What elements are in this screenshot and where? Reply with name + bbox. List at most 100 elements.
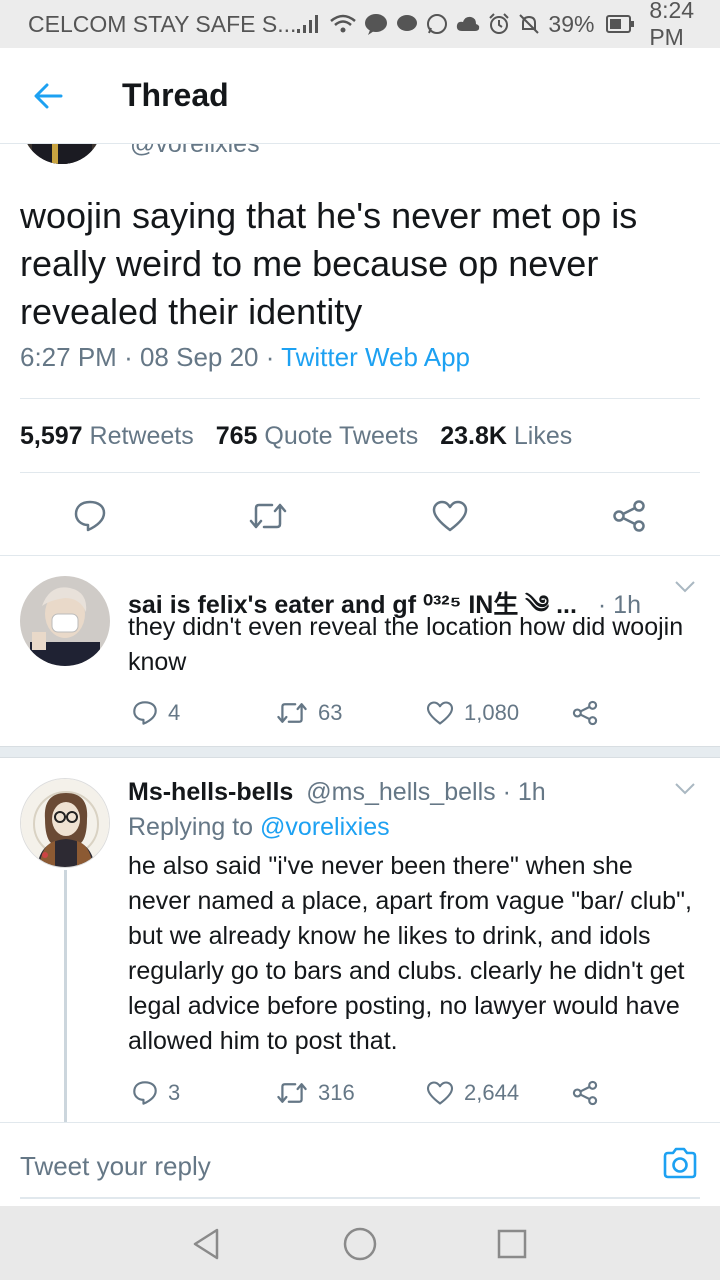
- retweets-count: 5,597: [20, 422, 83, 450]
- back-button[interactable]: [0, 48, 96, 144]
- more-options-button[interactable]: [674, 580, 696, 599]
- share-icon: [572, 700, 598, 726]
- tweet-text: woojin saying that he's never met op is …: [20, 195, 638, 332]
- retweet-icon: [277, 703, 307, 723]
- reply-header: Ms-hells-bells @ms_hells_bells · 1h: [128, 778, 546, 807]
- chevron-down-icon: [675, 783, 695, 795]
- carrier-name: CELCOM STAY SAFE S...: [28, 10, 297, 37]
- retweet-button[interactable]: [240, 488, 296, 544]
- share-button[interactable]: [572, 1075, 598, 1111]
- page-title: Thread: [122, 77, 229, 113]
- retweets-label: Retweets: [89, 422, 194, 450]
- like-button[interactable]: [422, 488, 478, 544]
- divider: [20, 472, 700, 473]
- reply-actions: 4 63 1,080: [128, 695, 688, 731]
- mute-icon: [518, 13, 540, 35]
- avatar[interactable]: [20, 576, 110, 666]
- app-header: Thread: [0, 48, 720, 144]
- retweet-count: 316: [318, 1080, 355, 1105]
- reply-button[interactable]: 3: [132, 1075, 180, 1111]
- back-arrow-icon: [34, 83, 63, 108]
- meta-separator: ·: [265, 342, 282, 372]
- tweet-time: 6:27 PM: [20, 342, 117, 372]
- tweet-source-link[interactable]: Twitter Web App: [281, 342, 470, 372]
- nav-recents-button[interactable]: [492, 1224, 532, 1264]
- tweet-meta: 6:27 PM · 08 Sep 20 · Twitter Web App: [20, 342, 470, 373]
- reply-icon: [74, 500, 106, 532]
- reply-count: 4: [168, 700, 181, 725]
- like-button[interactable]: 1,080: [426, 695, 519, 731]
- thread-line: [64, 870, 67, 1122]
- nav-home-button[interactable]: [340, 1224, 380, 1264]
- message-icon: [396, 13, 418, 35]
- triangle-back-icon: [193, 1228, 219, 1260]
- battery-fill: [610, 19, 622, 29]
- like-count: 2,644: [464, 1080, 520, 1105]
- wifi-icon: [330, 14, 357, 34]
- battery-percent: 39%: [548, 10, 595, 37]
- tweet-stats: 5,597 Retweets 765 Quote Tweets 23.8K Li…: [20, 422, 572, 451]
- author-handle[interactable]: @ms_hells_bells · 1h: [306, 778, 545, 806]
- likes-stat[interactable]: 23.8K Likes: [440, 422, 572, 451]
- reply-button[interactable]: 4: [132, 695, 180, 731]
- signal-icon: [296, 14, 322, 34]
- retweet-button[interactable]: 63: [276, 695, 342, 731]
- system-nav-bar: [0, 1206, 720, 1280]
- status-bar: CELCOM STAY SAFE S... 39% 8:24 PM: [0, 0, 720, 51]
- retweet-count: 63: [318, 700, 343, 725]
- reply-icon: [133, 701, 157, 725]
- camera-button[interactable]: [662, 1147, 698, 1184]
- clock: 8:24 PM: [649, 0, 695, 50]
- circle-home-icon: [343, 1227, 377, 1261]
- divider: [20, 398, 700, 399]
- quotes-stat[interactable]: 765 Quote Tweets: [216, 422, 418, 451]
- reply-text: he also said "i've never been there" whe…: [128, 852, 692, 1055]
- camera-icon: [663, 1147, 697, 1179]
- status-icons: 39% 8:24 PM: [296, 0, 705, 51]
- reply-actions: 3 316 2,644: [128, 1075, 688, 1111]
- replying-to: Replying to @vorelixies: [128, 813, 390, 842]
- reply-composer: Tweet your reply: [0, 1122, 720, 1206]
- retweet-icon: [277, 1083, 307, 1103]
- more-options-button[interactable]: [674, 782, 696, 801]
- heart-icon: [432, 500, 468, 532]
- retweet-button[interactable]: 316: [276, 1075, 355, 1111]
- reply-count: 3: [168, 1080, 181, 1105]
- share-button[interactable]: [601, 488, 657, 544]
- quotes-label: Quote Tweets: [264, 422, 419, 450]
- likes-count: 23.8K: [440, 422, 507, 450]
- heart-icon: [426, 1081, 454, 1105]
- share-button[interactable]: [572, 695, 598, 731]
- reply-tweet[interactable]: sai is felix's eater and gf ⁰³²⁵ IN生 ༄ .…: [0, 556, 720, 746]
- like-count: 1,080: [464, 700, 520, 725]
- tweet-actions: [0, 488, 720, 544]
- avatar[interactable]: [20, 778, 110, 868]
- whatsapp-icon: [426, 13, 448, 35]
- author-name[interactable]: Ms-hells-bells: [128, 778, 293, 806]
- share-icon: [572, 1080, 598, 1106]
- retweet-icon: [249, 503, 287, 529]
- input-underline: [20, 1197, 700, 1199]
- reply-button[interactable]: [62, 488, 118, 544]
- quotes-count: 765: [215, 422, 258, 450]
- reply-input[interactable]: Tweet your reply: [20, 1151, 211, 1182]
- like-button[interactable]: 2,644: [426, 1075, 519, 1111]
- battery-icon: [606, 15, 635, 33]
- reply-tweet[interactable]: Ms-hells-bells @ms_hells_bells · 1h Repl…: [0, 758, 720, 1122]
- meta-separator: ·: [124, 342, 140, 372]
- reply-icon: [133, 1081, 157, 1105]
- nav-back-button[interactable]: [186, 1224, 226, 1264]
- replying-mention[interactable]: @vorelixies: [260, 813, 390, 841]
- alarm-icon: [488, 13, 510, 35]
- share-icon: [613, 500, 645, 532]
- talk-icon: [364, 13, 388, 35]
- retweets-stat[interactable]: 5,597 Retweets: [20, 422, 194, 451]
- heart-icon: [426, 701, 454, 725]
- tweet-date: 08 Sep 20: [139, 342, 259, 372]
- divider: [0, 746, 720, 758]
- reply-text: they didn't even reveal the location how…: [128, 613, 684, 676]
- replying-label: Replying to: [128, 813, 254, 841]
- square-recents-icon: [497, 1229, 527, 1259]
- chevron-down-icon: [675, 581, 695, 593]
- likes-label: Likes: [513, 422, 573, 450]
